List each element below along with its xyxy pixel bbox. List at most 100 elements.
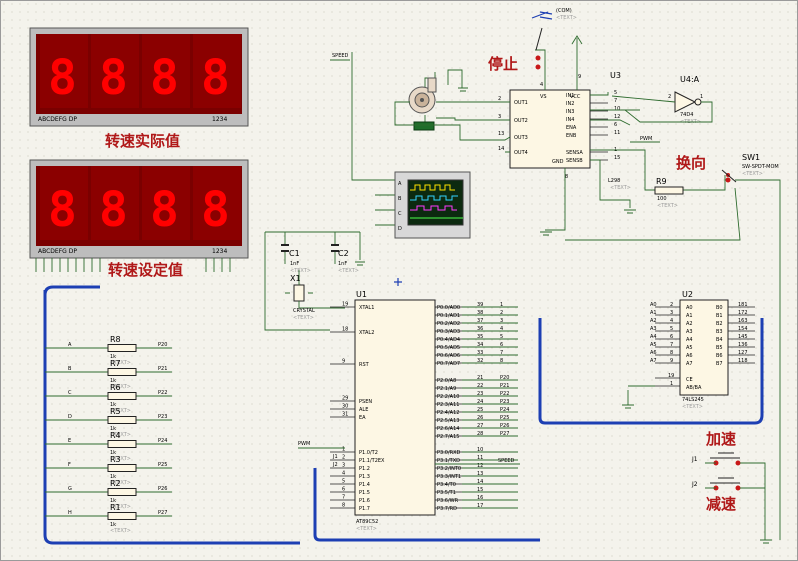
r9-ref: R9	[656, 177, 667, 186]
u2-pin-number: 9	[670, 358, 673, 364]
u2-ab: AB/BA	[686, 385, 702, 391]
u1-pin-label: P0.7/AD7	[437, 361, 460, 367]
u3-pin-label: IN4	[566, 117, 574, 123]
u2-pin-number: 8	[670, 350, 673, 356]
u2-ce-num: 19	[668, 373, 674, 379]
u2-pin-label: B5	[716, 345, 723, 351]
u1-net-label: P24	[500, 407, 509, 413]
osc-pin-label: D	[398, 226, 402, 232]
u1-pin-number: 19	[342, 302, 348, 308]
u2-pin-label: A3	[686, 329, 693, 335]
stop-button[interactable]	[531, 11, 553, 70]
resistor-body[interactable]	[107, 344, 137, 352]
set-digit: 8	[48, 182, 77, 238]
u1-pin-label: P1.0/T2	[359, 450, 378, 456]
u1-pin-label: EA	[359, 415, 366, 421]
resistor-body[interactable]	[107, 368, 137, 376]
u3-l298[interactable]: OUT12OUT23OUT313OUT414IN1 5IN2 7IN3 10IN4 12…	[498, 74, 631, 191]
u3-pin-label: SENSA	[566, 150, 583, 156]
u3-pin-label: OUT2	[514, 118, 528, 124]
u1-net-label: 5	[500, 334, 503, 340]
actual-digit: 8	[48, 50, 77, 106]
resistor-body[interactable]	[107, 512, 137, 520]
actual-digit: 8	[99, 50, 128, 106]
u1-pin-number: 1	[342, 447, 345, 453]
decel-button[interactable]	[710, 477, 741, 491]
u2-net-label: 118	[738, 358, 748, 364]
resistor-output-net: P27	[158, 510, 167, 516]
u3-ref: U3	[610, 71, 621, 80]
u2-hint: <TEXT>	[682, 404, 703, 410]
resistor-output-net: P23	[158, 414, 167, 420]
u1-pin-number: 7	[342, 495, 345, 501]
r9-resistor[interactable]	[654, 186, 684, 195]
u4-inverter[interactable]	[674, 91, 702, 113]
resistor-hint: <TEXT>	[110, 528, 131, 534]
u2-pin-label: B7	[716, 361, 723, 367]
resistor-output-net: P22	[158, 390, 167, 396]
c2-value: 1nF	[338, 261, 347, 267]
com-label: (COM)	[556, 8, 572, 14]
actual-digit: 8	[150, 50, 179, 106]
u1-pin-number: 4	[342, 471, 345, 477]
resistor-body[interactable]	[107, 416, 137, 424]
u1-pin-label: P0.4/AD4	[437, 337, 460, 343]
u2-pin-label: B4	[716, 337, 723, 343]
u2-pin-label: A6	[686, 353, 693, 359]
u1-pin-label: P2.0/A8	[437, 378, 456, 384]
u2-net-label: A4	[650, 334, 657, 340]
u3-vs: VS	[540, 94, 547, 100]
left-bus	[43, 285, 300, 545]
u3-pin-label: ENA	[566, 125, 577, 131]
resistor-output-net: P20	[158, 342, 167, 348]
u2-pin-label: A7	[686, 361, 693, 367]
u2-net-label: 127	[738, 350, 748, 356]
dc-motor[interactable]	[408, 72, 437, 131]
resistor-body[interactable]	[107, 488, 137, 496]
resistor-body[interactable]	[107, 464, 137, 472]
u3-hint: <TEXT>	[610, 185, 631, 191]
u1-net-label: P21	[500, 383, 509, 389]
u1-at89c52[interactable]: 19XTAL118XTAL29RST29PSEN30ALE31EA1P1.0/T…	[330, 299, 518, 516]
com-hint: <TEXT>	[556, 15, 577, 21]
u4-pin1: 1	[700, 94, 703, 100]
resistor-body[interactable]	[107, 392, 137, 400]
u2-net-label: 172	[738, 310, 748, 316]
resistor-ref: R7	[110, 359, 121, 368]
sw1-switch[interactable]	[721, 169, 737, 183]
u1-net-label: P20	[500, 375, 509, 381]
r9-hint: <TEXT>	[657, 203, 678, 209]
speed-label: SPEED	[332, 53, 349, 59]
u1-pin-label: P0.6/AD6	[437, 353, 460, 359]
u1-net-j2: J2	[332, 462, 338, 468]
u3-pin-number: 5	[614, 90, 617, 96]
u2-ab-num: 1	[670, 381, 673, 387]
u1-pin-number: 2	[342, 455, 345, 461]
u1-pin-label: XTAL2	[359, 330, 374, 336]
resistor-body[interactable]	[107, 440, 137, 448]
speed-wire	[330, 52, 395, 226]
accel-button[interactable]	[710, 452, 741, 466]
u1-net-label: 1	[500, 302, 503, 308]
u3-pin-number: 3	[498, 114, 501, 120]
u2-net-label: A1	[650, 310, 657, 316]
u2-pin-label: B3	[716, 329, 723, 335]
oscilloscope[interactable]	[394, 171, 471, 239]
set-speed-title: 转速设定值	[108, 261, 183, 279]
u2-74ls245[interactable]: A0 2 A0 B0 181 A1 3 A1 B1 172 A2 4 A2 B2 163 A3 5 A3 B3 154…	[628, 299, 755, 396]
u2-pin-number: 4	[670, 318, 673, 324]
u2-pin-label: A2	[686, 321, 693, 327]
u1-pin-label: P1.5	[359, 490, 370, 496]
u2-net-label: 154	[738, 326, 748, 332]
u1-pin-label: P2.6/A14	[437, 426, 459, 432]
u1-pin-label: P2.3/A11	[437, 402, 459, 408]
u4-name: 74D4	[680, 112, 693, 118]
u1-pin-label: P3.5/T1	[437, 490, 456, 496]
u1-pin-label: P1.3	[359, 474, 370, 480]
resistor-ref: R1	[110, 503, 121, 512]
u1-pin-number: 18	[342, 327, 348, 333]
u1-pin-label: P0.1/AD1	[437, 313, 460, 319]
u1-pin-label: P0.0/AD0	[437, 305, 460, 311]
u1-pin-label: P2.2/A10	[437, 394, 459, 400]
u3-pin-number: 2	[498, 96, 501, 102]
